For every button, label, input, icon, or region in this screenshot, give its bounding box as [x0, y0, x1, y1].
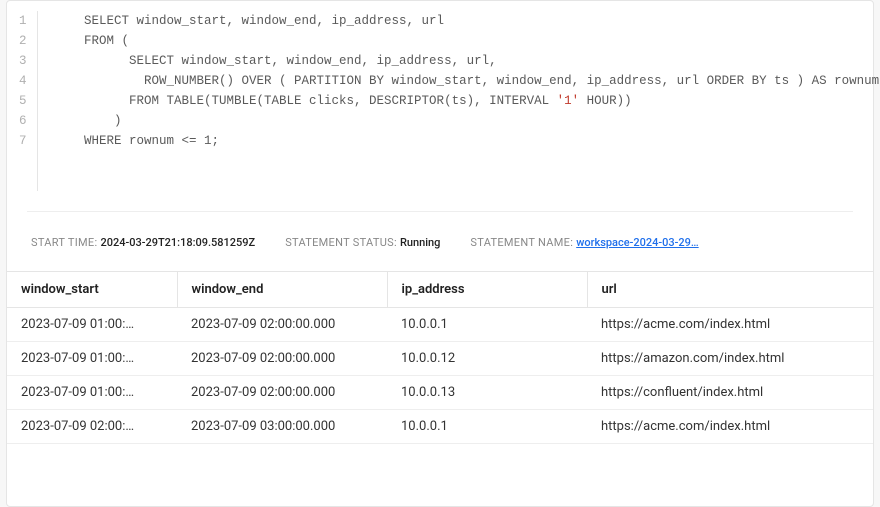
line-number: 2: [19, 31, 25, 51]
cell: 10.0.0.1: [387, 410, 587, 444]
column-header-window-end[interactable]: window_end: [177, 272, 387, 308]
cell: https://amazon.com/index.html: [587, 342, 873, 376]
column-header-url[interactable]: url: [587, 272, 873, 308]
code-line: ROW_NUMBER() OVER ( PARTITION BY window_…: [54, 71, 879, 91]
table-body: 2023-07-09 01:00:… 2023-07-09 02:00:00.0…: [7, 308, 873, 444]
code-line: ): [54, 111, 879, 131]
status-bar: Start time: 2024-03-29T21:18:09.581259Z …: [7, 212, 873, 271]
cell: 2023-07-09 02:00:…: [7, 410, 177, 444]
code-line: WHERE rownum <= 1;: [54, 131, 879, 151]
cell: 2023-07-09 01:00:…: [7, 308, 177, 342]
cell: 2023-07-09 01:00:…: [7, 342, 177, 376]
cell: 10.0.0.13: [387, 376, 587, 410]
line-number: 3: [19, 51, 25, 71]
table-row[interactable]: 2023-07-09 01:00:… 2023-07-09 02:00:00.0…: [7, 308, 873, 342]
cell: https://confluent/index.html: [587, 376, 873, 410]
column-header-ip-address[interactable]: ip_address: [387, 272, 587, 308]
cell: 2023-07-09 03:00:00.000: [177, 410, 387, 444]
cell: 2023-07-09 02:00:00.000: [177, 376, 387, 410]
line-number: 6: [19, 111, 25, 131]
statement-name-link[interactable]: workspace-2024-03-29…: [576, 236, 698, 249]
code-body[interactable]: SELECT window_start, window_end, ip_addr…: [37, 11, 879, 191]
cell: 2023-07-09 02:00:00.000: [177, 308, 387, 342]
cell: 2023-07-09 02:00:00.000: [177, 342, 387, 376]
code-line: FROM TABLE(TUMBLE(TABLE clicks, DESCRIPT…: [54, 91, 879, 111]
column-header-window-start[interactable]: window_start: [7, 272, 177, 308]
line-number: 5: [19, 91, 25, 111]
cell: 2023-07-09 01:00:…: [7, 376, 177, 410]
panel: 1 2 3 4 5 6 7 SELECT window_start, windo…: [6, 0, 874, 507]
cell: 10.0.0.12: [387, 342, 587, 376]
cell: 10.0.0.1: [387, 308, 587, 342]
code-line: SELECT window_start, window_end, ip_addr…: [54, 51, 879, 71]
line-number: 1: [19, 11, 25, 31]
statement-status: Statement status: Running: [285, 236, 440, 249]
statement-status-label: Statement status:: [285, 236, 400, 249]
results-table: window_start window_end ip_address url 2…: [7, 271, 873, 444]
cell: https://acme.com/index.html: [587, 410, 873, 444]
table-header-row: window_start window_end ip_address url: [7, 272, 873, 308]
line-number-gutter: 1 2 3 4 5 6 7: [19, 11, 37, 191]
statement-name-label: Statement name:: [470, 236, 576, 249]
code-line: FROM (: [54, 31, 879, 51]
start-time: Start time: 2024-03-29T21:18:09.581259Z: [31, 236, 255, 249]
table-row[interactable]: 2023-07-09 02:00:… 2023-07-09 03:00:00.0…: [7, 410, 873, 444]
table-row[interactable]: 2023-07-09 01:00:… 2023-07-09 02:00:00.0…: [7, 376, 873, 410]
table-row[interactable]: 2023-07-09 01:00:… 2023-07-09 02:00:00.0…: [7, 342, 873, 376]
line-number: 7: [19, 131, 25, 151]
statement-name: Statement name: workspace-2024-03-29…: [470, 236, 698, 249]
start-time-label: Start time:: [31, 236, 100, 249]
statement-status-value: Running: [400, 236, 440, 249]
cell: https://acme.com/index.html: [587, 308, 873, 342]
code-editor[interactable]: 1 2 3 4 5 6 7 SELECT window_start, windo…: [7, 1, 873, 211]
code-line: SELECT window_start, window_end, ip_addr…: [54, 11, 879, 31]
start-time-value: 2024-03-29T21:18:09.581259Z: [100, 236, 255, 249]
line-number: 4: [19, 71, 25, 91]
